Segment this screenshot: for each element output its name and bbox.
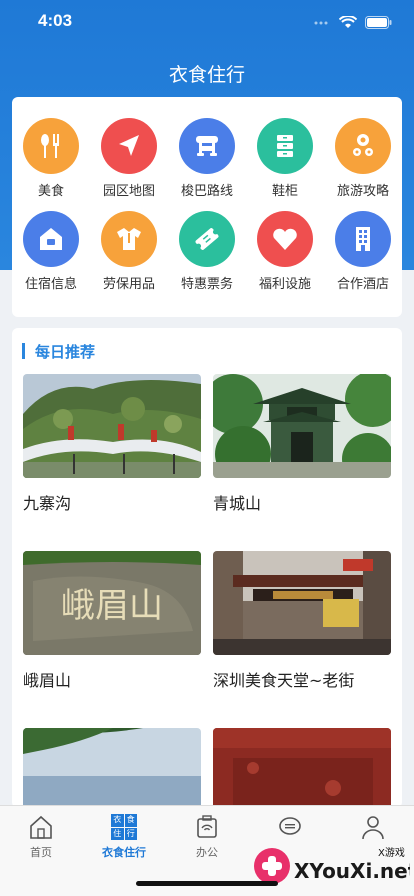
spot-image-6	[213, 728, 391, 808]
icon-char: 衣	[111, 814, 124, 827]
spot-image-5	[23, 728, 201, 808]
section-marker	[22, 343, 25, 359]
menu-label: 鞋柜	[271, 184, 298, 199]
watermark-text: XYouXi.net	[294, 859, 410, 883]
menu-label: 梭巴路线	[180, 184, 233, 199]
menu-label: 住宿信息	[24, 277, 77, 292]
tab-label: 首页	[30, 846, 52, 859]
menu-label: 美食	[37, 184, 64, 199]
icon-char: 行	[124, 827, 137, 840]
menu-item-lodging[interactable]: 住宿信息	[12, 211, 90, 301]
heart-icon	[257, 211, 313, 267]
watermark-sub: X游戏	[378, 846, 405, 859]
menu-item-ticket-deals[interactable]: 特惠票务	[168, 211, 246, 301]
menu-label: 特惠票务	[180, 277, 233, 292]
spot-card-6[interactable]	[213, 728, 391, 808]
menu-item-partner-hotel[interactable]: 合作酒店	[324, 211, 402, 301]
spot-card-shenzhen-old-street[interactable]: 深圳美食天堂~老街	[213, 551, 391, 691]
hotel-icon	[335, 211, 391, 267]
message-icon	[249, 812, 331, 842]
menu-item-food[interactable]: 美食	[12, 118, 90, 208]
daily-recommendations: 每日推荐 九寨沟 青城山 峨眉山 峨眉山 深圳美食天堂~老街	[12, 328, 402, 808]
spot-card-jiuzhaigou[interactable]: 九寨沟	[23, 374, 201, 514]
tab-label: 衣食住行	[102, 846, 146, 859]
menu-label: 合作酒店	[336, 277, 389, 292]
section-title: 每日推荐	[35, 342, 96, 361]
home-icon	[0, 812, 82, 842]
menu-item-welfare[interactable]: 福利设施	[246, 211, 324, 301]
signal-icon	[313, 14, 331, 33]
spot-card-5[interactable]	[23, 728, 201, 808]
shirt-icon	[101, 211, 157, 267]
clothing-food-icon: 衣 食 住 行	[83, 812, 165, 842]
map-icon	[101, 118, 157, 174]
status-time: 4:03	[38, 11, 73, 30]
food-icon	[23, 118, 79, 174]
service-menu: 美食 园区地图 梭巴路线 鞋柜 旅游攻略 住宿信息 劳保用品 特惠票务 福利设施…	[12, 97, 402, 317]
section-header: 每日推荐	[22, 342, 96, 361]
wifi-icon	[338, 14, 358, 33]
spot-name: 九寨沟	[23, 494, 72, 513]
spot-name: 深圳美食天堂~老街	[213, 671, 355, 690]
tab-home[interactable]: 首页	[0, 812, 82, 860]
house-icon	[23, 211, 79, 267]
menu-item-shoe-cabinet[interactable]: 鞋柜	[246, 118, 324, 208]
spot-card-qingchengshan[interactable]: 青城山	[213, 374, 391, 514]
spot-card-emeishan[interactable]: 峨眉山 峨眉山	[23, 551, 201, 691]
bus-icon	[179, 118, 235, 174]
menu-label: 旅游攻略	[336, 184, 389, 199]
status-icons	[313, 14, 392, 33]
menu-item-bus-route[interactable]: 梭巴路线	[168, 118, 246, 208]
icon-char: 住	[111, 827, 124, 840]
status-bar: 4:03	[0, 0, 414, 44]
menu-item-park-map[interactable]: 园区地图	[90, 118, 168, 208]
menu-item-work-supplies[interactable]: 劳保用品	[90, 211, 168, 301]
carving-text: 峨眉山	[61, 586, 163, 626]
spot-image-shenzhen-old-street	[213, 551, 391, 655]
menu-label: 福利设施	[258, 277, 311, 292]
battery-icon	[365, 14, 392, 33]
cabinet-icon	[257, 118, 313, 174]
office-icon	[166, 812, 248, 842]
profile-icon	[332, 812, 414, 842]
spot-name: 青城山	[213, 494, 262, 513]
tab-clothing-food[interactable]: 衣 食 住 行 衣食住行	[83, 812, 165, 860]
menu-label: 劳保用品	[102, 277, 155, 292]
page-title: 衣食住行	[168, 64, 245, 86]
menu-item-travel-guide[interactable]: 旅游攻略	[324, 118, 402, 208]
spot-image-jiuzhaigou	[23, 374, 201, 478]
tab-label: 办公	[196, 846, 218, 859]
guide-icon	[335, 118, 391, 174]
menu-label: 园区地图	[102, 184, 155, 199]
ticket-icon	[179, 211, 235, 267]
home-indicator	[136, 881, 278, 886]
spot-image-emeishan: 峨眉山	[23, 551, 201, 655]
tab-office[interactable]: 办公	[166, 812, 248, 860]
icon-char: 食	[124, 814, 137, 827]
spot-name: 峨眉山	[23, 671, 72, 690]
spot-image-qingchengshan	[213, 374, 391, 478]
